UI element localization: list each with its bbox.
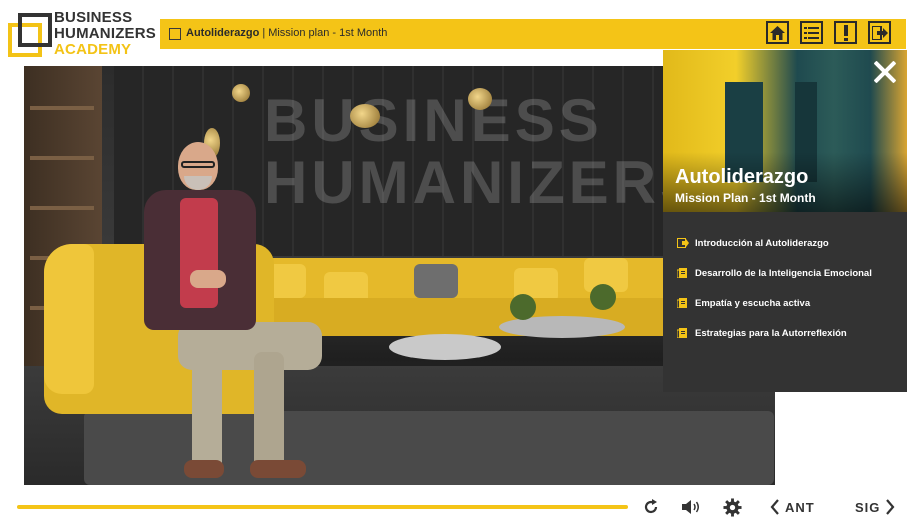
- logo-line-3: ACADEMY: [54, 41, 132, 58]
- lamp: [468, 88, 492, 110]
- next-button[interactable]: SIG: [855, 497, 895, 517]
- volume-button[interactable]: [682, 497, 702, 517]
- plant: [510, 294, 536, 320]
- document-icon: [677, 268, 687, 278]
- replay-icon: [644, 499, 658, 514]
- logo: BUSINESS HUMANIZERS ACADEMY: [8, 10, 158, 62]
- lamp: [232, 84, 250, 102]
- alert-icon: [843, 24, 848, 41]
- lesson-menu: Introducción al Autoliderazgo Desarrollo…: [663, 228, 907, 348]
- logo-mark-icon: [8, 13, 52, 57]
- coffee-table: [389, 334, 501, 360]
- menu-item-intro[interactable]: Introducción al Autoliderazgo: [663, 228, 907, 258]
- menu-item-self-reflection[interactable]: Estrategias para la Autorreflexión: [663, 318, 907, 348]
- pillow: [414, 264, 458, 298]
- presenter: [132, 142, 322, 485]
- close-icon[interactable]: [871, 58, 899, 86]
- replay-button[interactable]: [642, 497, 660, 517]
- plant: [590, 284, 616, 310]
- active-arrow-icon: [677, 238, 689, 248]
- previous-button[interactable]: ANT: [770, 497, 815, 517]
- breadcrumb-lesson: Mission plan - 1st Month: [268, 27, 388, 39]
- lesson-menu-panel: Autoliderazgo Mission Plan - 1st Month I…: [663, 50, 907, 392]
- logo-line-2: HUMANIZERS: [54, 25, 156, 42]
- volume-icon: [682, 500, 699, 514]
- chevron-left-icon: [770, 499, 779, 515]
- breadcrumb-course: Autoliderazgo: [186, 27, 260, 39]
- logo-line-1: BUSINESS: [54, 9, 133, 26]
- logo-text: BUSINESS HUMANIZERS ACADEMY: [54, 10, 156, 58]
- menu-item-label: Empatía y escucha activa: [695, 297, 811, 309]
- top-bar: Autoliderazgo | Mission plan - 1st Month: [160, 19, 906, 49]
- breadcrumb: Autoliderazgo | Mission plan - 1st Month: [186, 27, 387, 39]
- list-icon: [804, 26, 819, 39]
- lesson-checkbox[interactable]: [169, 28, 181, 40]
- previous-label: ANT: [785, 499, 815, 515]
- menu-item-label: Desarrollo de la Inteligencia Emocional: [695, 267, 872, 279]
- home-button[interactable]: [766, 21, 789, 44]
- exit-button[interactable]: [868, 21, 891, 44]
- menu-item-label: Estrategias para la Autorreflexión: [695, 327, 847, 339]
- next-label: SIG: [855, 499, 881, 515]
- breadcrumb-separator: |: [262, 27, 266, 39]
- watermark-line-2: HUMANIZERS: [264, 149, 704, 216]
- chevron-right-icon: [886, 499, 895, 515]
- alert-button[interactable]: [834, 21, 857, 44]
- menu-item-empathy[interactable]: Empatía y escucha activa: [663, 288, 907, 318]
- menu-item-label: Introducción al Autoliderazgo: [695, 237, 829, 249]
- lamp: [350, 104, 380, 128]
- gear-icon: [723, 497, 742, 517]
- document-icon: [677, 328, 687, 338]
- settings-button[interactable]: [723, 497, 742, 517]
- home-icon: [770, 25, 785, 40]
- progress-bar[interactable]: [17, 505, 628, 509]
- panel-subtitle: Mission Plan - 1st Month: [675, 191, 816, 205]
- menu-list-button[interactable]: [800, 21, 823, 44]
- document-icon: [677, 298, 687, 308]
- exit-icon: [871, 25, 888, 40]
- panel-title: Autoliderazgo: [675, 166, 809, 188]
- menu-item-emotional-intelligence[interactable]: Desarrollo de la Inteligencia Emocional: [663, 258, 907, 288]
